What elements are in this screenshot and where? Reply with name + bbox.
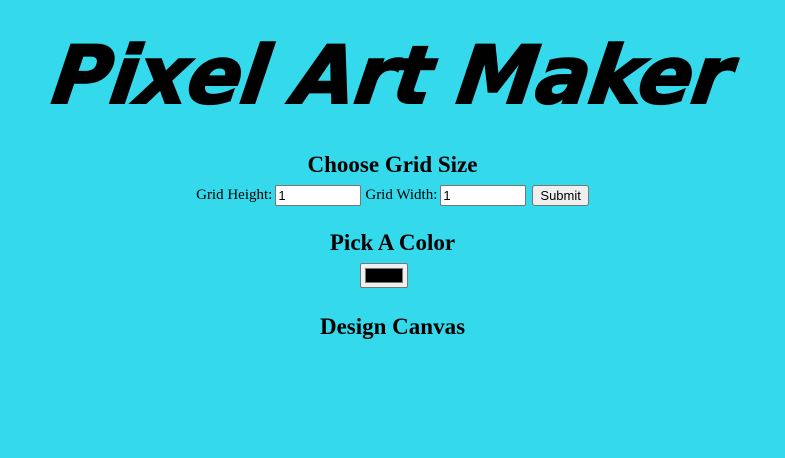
color-picker-input[interactable] (360, 263, 408, 288)
grid-width-input[interactable] (440, 184, 527, 206)
grid-height-input[interactable] (275, 184, 362, 206)
color-heading: Pick A Color (329, 230, 456, 255)
grid-size-heading: Choose Grid Size (307, 152, 478, 177)
size-picker-form: Grid Height: Grid Width: Submit (0, 184, 785, 206)
grid-width-label: Grid Width: (365, 187, 438, 203)
app-title: Pixel Art Maker (46, 28, 738, 123)
submit-button[interactable]: Submit (532, 184, 589, 206)
design-canvas-heading: Design Canvas (319, 314, 466, 339)
color-swatch (365, 268, 403, 283)
grid-height-field: Grid Height: (196, 184, 362, 206)
grid-width-field: Grid Width: (365, 184, 527, 206)
pixel-canvas[interactable] (378, 350, 406, 378)
grid-height-label: Grid Height: (196, 187, 273, 203)
